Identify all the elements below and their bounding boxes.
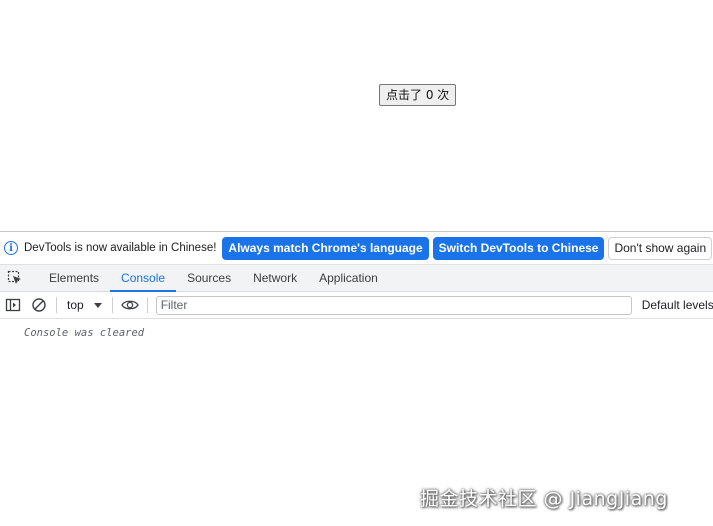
devtools-panel: i DevTools is now available in Chinese! …: [0, 231, 713, 526]
console-message: Console was cleared: [24, 327, 145, 339]
inspect-element-icon[interactable]: [0, 265, 30, 291]
context-selector[interactable]: top: [61, 294, 108, 316]
info-icon: i: [4, 241, 18, 255]
devtools-tab-bar: Elements Console Sources Network Applica…: [0, 265, 713, 292]
dont-show-again-button[interactable]: Don't show again: [608, 236, 713, 260]
language-infobar: i DevTools is now available in Chinese! …: [0, 232, 713, 265]
chevron-down-icon: [93, 302, 102, 308]
tab-elements[interactable]: Elements: [38, 265, 110, 291]
sidebar-toggle-icon[interactable]: [0, 292, 26, 318]
tab-sources[interactable]: Sources: [176, 265, 242, 291]
counter-button[interactable]: 点击了 0 次: [379, 84, 457, 106]
log-levels-dropdown[interactable]: Default levels: [642, 298, 713, 312]
tab-application[interactable]: Application: [308, 265, 389, 291]
watermark: 掘金技术社区 @ JiangJiang: [420, 488, 668, 510]
clear-console-icon[interactable]: [26, 292, 52, 318]
match-language-button[interactable]: Always match Chrome's language: [222, 236, 429, 260]
switch-to-chinese-button[interactable]: Switch DevTools to Chinese: [432, 236, 605, 260]
inspected-page: 点击了 0 次: [0, 0, 713, 231]
context-selector-value: top: [67, 298, 84, 312]
infobar-message: DevTools is now available in Chinese!: [24, 242, 217, 254]
filter-input[interactable]: [155, 295, 632, 315]
eye-icon[interactable]: [117, 292, 143, 318]
console-toolbar: top Default levels: [0, 292, 713, 319]
tab-console[interactable]: Console: [110, 265, 177, 292]
tab-network[interactable]: Network: [242, 265, 308, 291]
